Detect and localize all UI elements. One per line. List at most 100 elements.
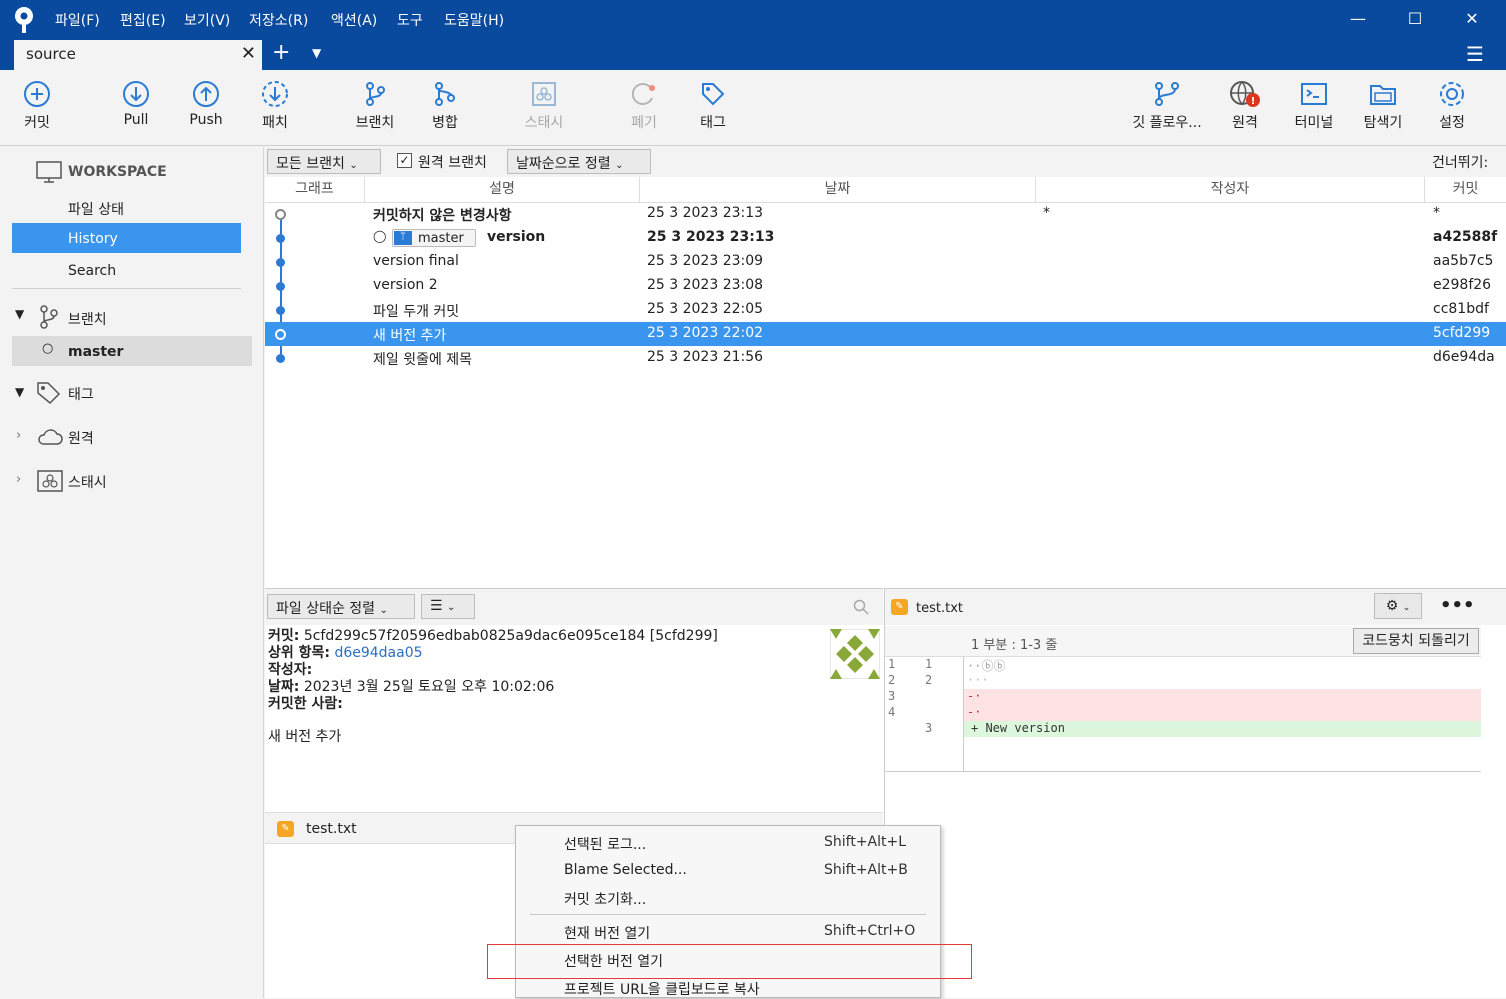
modified-file-icon: ✎	[277, 821, 294, 837]
col-header-description[interactable]: 설명	[365, 177, 640, 203]
col-header-author[interactable]: 작성자	[1036, 177, 1425, 203]
fetch-label: 패치	[262, 115, 288, 131]
graph-node	[276, 258, 285, 267]
menu-file[interactable]: 파일(F)	[55, 10, 100, 30]
author-label: 작성자:	[268, 662, 313, 678]
new-tab-icon[interactable]: +	[272, 40, 290, 65]
settings-button[interactable]: 설정	[1417, 80, 1487, 132]
line-text: ··ⓑⓑ	[967, 659, 1006, 673]
hunk-header: 1 부분 : 1-3 줄 코드뭉치 되돌리기	[885, 626, 1481, 657]
col-header-commit[interactable]: 커밋	[1425, 177, 1506, 203]
explorer-label: 탐색기	[1363, 115, 1403, 131]
remote-branches-checkbox[interactable]: ✓	[397, 153, 412, 168]
commit-desc: 파일 두개 커밋	[373, 304, 460, 320]
git-flow-button[interactable]: 깃 플로우...	[1126, 80, 1208, 132]
tag-button[interactable]: 태그	[678, 80, 748, 132]
col-header-date[interactable]: 날짜	[640, 177, 1036, 203]
commit-row[interactable]: 커밋하지 않은 변경사항 25 3 2023 23:13 * *	[265, 202, 1506, 226]
branch-button[interactable]: 브랜치	[340, 80, 410, 132]
chevron-down-icon[interactable]: ▼	[15, 307, 24, 321]
commit-row[interactable]: 파일 두개 커밋 25 3 2023 22:05 cc81bdf	[265, 298, 1506, 322]
new-line-no: 1	[925, 657, 933, 671]
commit-row[interactable]: version final 25 3 2023 23:09 aa5b7c5	[265, 250, 1506, 274]
remote-button[interactable]: ! 원격	[1210, 80, 1280, 132]
merge-label: 병합	[432, 115, 458, 131]
view-mode-dropdown[interactable]: ☰ ⌄	[421, 594, 475, 619]
stash-button[interactable]: 스태시	[509, 80, 579, 132]
maximize-icon[interactable]: ☐	[1395, 4, 1435, 34]
commit-button[interactable]: 커밋	[2, 80, 72, 132]
branch-label: 브랜치	[355, 115, 395, 131]
commit-row[interactable]: 제일 윗줄에 제목 25 3 2023 21:56 d6e94da	[265, 346, 1506, 370]
diff-options-button[interactable]: ⚙ ⌄	[1374, 593, 1422, 619]
chevron-down-icon: ⌄	[1402, 603, 1411, 613]
sidebar-item-master-label: master	[68, 344, 124, 360]
more-options-icon[interactable]: •••	[1440, 595, 1475, 616]
search-icon[interactable]	[853, 599, 869, 615]
menu-repository[interactable]: 저장소(R)	[249, 10, 308, 30]
current-branch-icon: ○	[42, 341, 54, 356]
close-tab-icon[interactable]: ✕	[241, 43, 256, 64]
pull-button[interactable]: Pull	[101, 80, 171, 128]
branch-icon	[40, 305, 58, 329]
commit-row-selected[interactable]: 새 버전 추가 25 3 2023 22:02 5cfd299	[265, 322, 1506, 346]
push-button[interactable]: Push	[171, 80, 241, 128]
commit-row[interactable]: ◯ ᛘ master version 25 3 2023 23:13 a4258…	[265, 226, 1506, 250]
minimize-icon[interactable]: —	[1338, 4, 1378, 34]
commit-row[interactable]: version 2 25 3 2023 23:08 e298f26	[265, 274, 1506, 298]
branch-label-text: master	[418, 231, 464, 246]
chevron-down-icon[interactable]: ▼	[15, 385, 24, 399]
sidebar-item-search[interactable]: Search	[68, 263, 116, 279]
menu-item-blame-selected[interactable]: Blame Selected...	[564, 862, 687, 878]
commit-hash: d6e94da	[1433, 349, 1495, 365]
merge-button[interactable]: 병합	[410, 80, 480, 132]
parent-link[interactable]: d6e94daa05	[334, 645, 422, 661]
discard-button[interactable]: 폐기	[609, 80, 679, 132]
revert-hunk-button[interactable]: 코드뭉치 되돌리기	[1353, 628, 1479, 654]
menu-item-log-selected[interactable]: 선택된 로그...	[564, 834, 646, 854]
sidebar-item-master[interactable]: ○ master	[12, 336, 252, 366]
menu-tools[interactable]: 도구	[397, 10, 423, 30]
menu-actions[interactable]: 액션(A)	[331, 10, 377, 30]
repo-tab[interactable]: source ✕	[14, 40, 262, 70]
sidebar-remotes-header[interactable]: 원격	[68, 428, 94, 448]
commit-hash: e298f26	[1433, 277, 1492, 293]
commit-hash: 5cfd299	[1433, 325, 1491, 341]
tab-dropdown-icon[interactable]: ▼	[312, 46, 321, 60]
line-text: ···	[967, 673, 989, 687]
shortcut-label: Shift+Alt+L	[824, 834, 907, 850]
commit-desc: version 2	[373, 277, 438, 293]
svg-text:!: !	[1251, 96, 1256, 107]
line-text: -·	[967, 689, 982, 703]
sidebar-branches-header[interactable]: 브랜치	[68, 309, 107, 329]
file-sort-dropdown[interactable]: 파일 상태순 정렬 ⌄	[267, 594, 415, 619]
menu-item-reset-commit[interactable]: 커밋 초기화...	[564, 889, 646, 909]
chevron-right-icon[interactable]: ›	[16, 472, 21, 487]
menu-edit[interactable]: 편집(E)	[120, 10, 166, 30]
hamburger-menu-icon[interactable]: ☰	[1466, 42, 1484, 66]
sort-dropdown[interactable]: 날짜순으로 정렬 ⌄	[507, 149, 651, 174]
fetch-button[interactable]: 패치	[240, 80, 310, 132]
sidebar-item-history[interactable]: History	[12, 223, 241, 253]
menu-help[interactable]: 도움말(H)	[444, 10, 504, 30]
menu-view[interactable]: 보기(V)	[184, 10, 230, 30]
graph-node	[276, 282, 285, 291]
chevron-right-icon[interactable]: ›	[16, 428, 21, 443]
diff-line: 2 2 ···	[885, 673, 1481, 689]
menu-item-open-current-version[interactable]: 현재 버전 열기	[564, 923, 650, 943]
branch-label-master[interactable]: ᛘ master	[392, 229, 476, 247]
sidebar-stashes-header[interactable]: 스태시	[68, 472, 107, 492]
commit-desc: 커밋하지 않은 변경사항	[373, 208, 512, 224]
sidebar-item-file-status[interactable]: 파일 상태	[68, 199, 124, 219]
col-header-graph[interactable]: 그래프	[265, 177, 365, 203]
terminal-button[interactable]: 터미널	[1279, 80, 1349, 132]
chevron-down-icon: ⌄	[615, 160, 624, 171]
branch-filter-dropdown[interactable]: 모든 브랜치 ⌄	[267, 149, 381, 174]
explorer-button[interactable]: 탐색기	[1348, 80, 1418, 132]
sidebar-tags-header[interactable]: 태그	[68, 384, 94, 404]
menu-item-copy-url[interactable]: 프로젝트 URL을 클립보드로 복사	[564, 979, 760, 999]
close-window-icon[interactable]: ✕	[1452, 4, 1492, 34]
discard-label: 폐기	[631, 115, 657, 131]
tag-label: 태그	[700, 115, 726, 131]
commit-hash: a42588f	[1433, 229, 1498, 245]
